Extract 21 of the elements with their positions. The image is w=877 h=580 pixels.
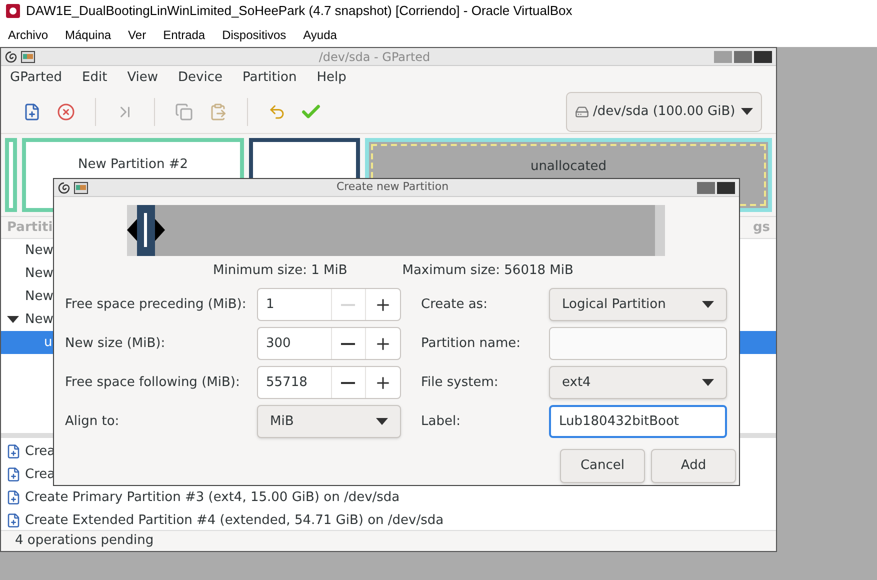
field-label: Free space following (MiB): [65,374,241,392]
partition-name: New [25,242,54,260]
field-label: Free space preceding (MiB): [65,296,248,314]
field-value: 1 [265,296,276,314]
partition-name: New [25,310,54,329]
field-label: File system: [421,374,500,392]
field-label: Partition name: [421,334,522,353]
max-size-text: Maximum size: 56018 MiB [402,262,574,280]
field-label: Label: [421,412,462,431]
partition-label: unallocated [530,158,607,176]
field-label: New size (MiB): [65,334,166,353]
window-title: /dev/sda - GParted [318,48,432,66]
status-text: 4 operations pending [15,532,154,550]
field-value: 55718 [265,374,308,392]
field-label: Align to: [65,412,120,431]
field-label: Create as: [421,296,488,314]
partition-name: u [44,334,52,352]
field-value: 300 [265,334,292,353]
partition-label: New Partition #2 [78,156,188,174]
window-title: DAW1E_DualBootingLinWinLimited_SoHeePark (4.7 snapshot) [Corriendo] - Oracle VirtualBox [26,2,572,20]
min-size-text: Minimum size: 1 MiB [213,262,348,280]
